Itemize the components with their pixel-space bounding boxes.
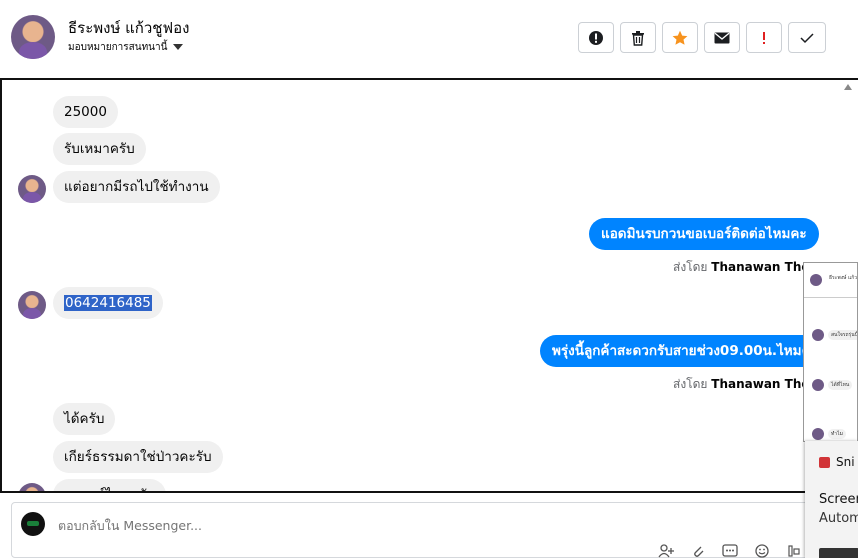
star-icon (672, 30, 688, 45)
scroll-up-arrow-icon[interactable] (844, 84, 852, 90)
conversation-toolbar (578, 22, 826, 53)
contact-avatar[interactable] (11, 15, 55, 59)
outgoing-message[interactable]: แอดมินรบกวนขอเบอร์ติดต่อไหมคะ (589, 218, 819, 250)
mark-done-button[interactable] (788, 22, 826, 53)
exclamation-icon (763, 31, 765, 44)
sent-by-prefix: ส่งโดย (673, 377, 708, 391)
thumbnail-avatar (812, 329, 824, 341)
caret-down-icon (173, 44, 184, 50)
mark-spam-button[interactable] (578, 22, 614, 53)
alert-circle-icon (589, 30, 603, 45)
page-avatar (21, 512, 45, 536)
toast-body: Autom (819, 511, 858, 526)
star-button[interactable] (662, 22, 698, 53)
check-icon (800, 32, 814, 43)
incoming-message[interactable]: เกียร์ธรรมดาใช่ป่าวคะรับ (53, 441, 223, 473)
thumbnail-avatar (810, 274, 822, 286)
attachment-icon[interactable] (689, 544, 707, 558)
incoming-message[interactable]: ได้ครับ (53, 403, 116, 435)
incoming-message[interactable]: แต่อยากมีรถไปใช้ทำงาน (53, 171, 220, 203)
contact-avatar-small (18, 291, 46, 319)
priority-button[interactable] (746, 22, 782, 53)
more-icon[interactable] (785, 544, 803, 558)
add-person-icon[interactable] (657, 544, 675, 558)
sent-by-label: ส่งโดย Thanawan Thon (673, 375, 818, 394)
emoji-icon[interactable] (753, 544, 771, 558)
thumbnail-text: ธีระพงษ์ แก้วชูฟอง (826, 273, 857, 283)
contact-avatar-small (18, 175, 46, 203)
contact-name[interactable]: ธีระพงษ์ แก้วชูฟอง (68, 16, 189, 40)
toast-app-label: Sni (819, 455, 855, 469)
reply-toolbar (657, 544, 803, 558)
delete-button[interactable] (620, 22, 656, 53)
saved-replies-icon[interactable] (721, 544, 739, 558)
incoming-message[interactable]: 0642416485 (53, 287, 163, 319)
thumbnail-bubble: สนใจรถรุ่นนี้ (828, 330, 857, 340)
outgoing-message[interactable]: พรุ่งนี้ลูกค้าสะดวกรับสายช่วง09.00น.ไหมค… (540, 335, 830, 367)
toast-app-name: Sni (836, 455, 855, 469)
snip-notification-toast[interactable]: Sni Screen Autom (805, 441, 858, 558)
snipping-tool-icon (819, 457, 830, 468)
mark-unread-button[interactable] (704, 22, 740, 53)
reply-box (11, 502, 858, 558)
conversation-header: ธีระพงษ์ แก้วชูฟอง มอบหมายการสนทนานี้ (0, 0, 858, 78)
contact-avatar-small (18, 483, 46, 491)
thumbnail-avatar (812, 379, 824, 391)
assign-conversation-label: มอบหมายการสนทนานี้ (68, 42, 168, 53)
toast-action-button[interactable] (819, 548, 858, 558)
selected-phone-number[interactable]: 0642416485 (64, 295, 152, 311)
reply-input[interactable] (56, 517, 560, 534)
thumbnail-bubble: ได้ที่ไหน (828, 380, 853, 390)
incoming-message[interactable]: รถยนต์ไหนครับ (53, 479, 167, 491)
message-thread[interactable]: 25000 รับเหมาครับ แต่อยากมีรถไปใช้ทำงาน … (0, 78, 858, 493)
snip-preview-thumbnail[interactable]: ธีระพงษ์ แก้วชูฟอง สนใจรถรุ่นนี้ ได้ที่ไ… (803, 262, 858, 442)
thumbnail-avatar (812, 428, 824, 440)
envelope-icon (714, 32, 730, 43)
sent-by-prefix: ส่งโดย (673, 260, 708, 274)
assign-conversation-dropdown[interactable]: มอบหมายการสนทนานี้ (68, 40, 184, 55)
thumbnail-bubble: ทำไม (828, 429, 846, 439)
thumbnail-header: ธีระพงษ์ แก้วชูฟอง (804, 263, 857, 298)
trash-icon (632, 30, 644, 46)
incoming-message[interactable]: 25000 (53, 96, 118, 128)
incoming-message[interactable]: รับเหมาครับ (53, 133, 146, 165)
toast-title: Screen (819, 492, 858, 507)
